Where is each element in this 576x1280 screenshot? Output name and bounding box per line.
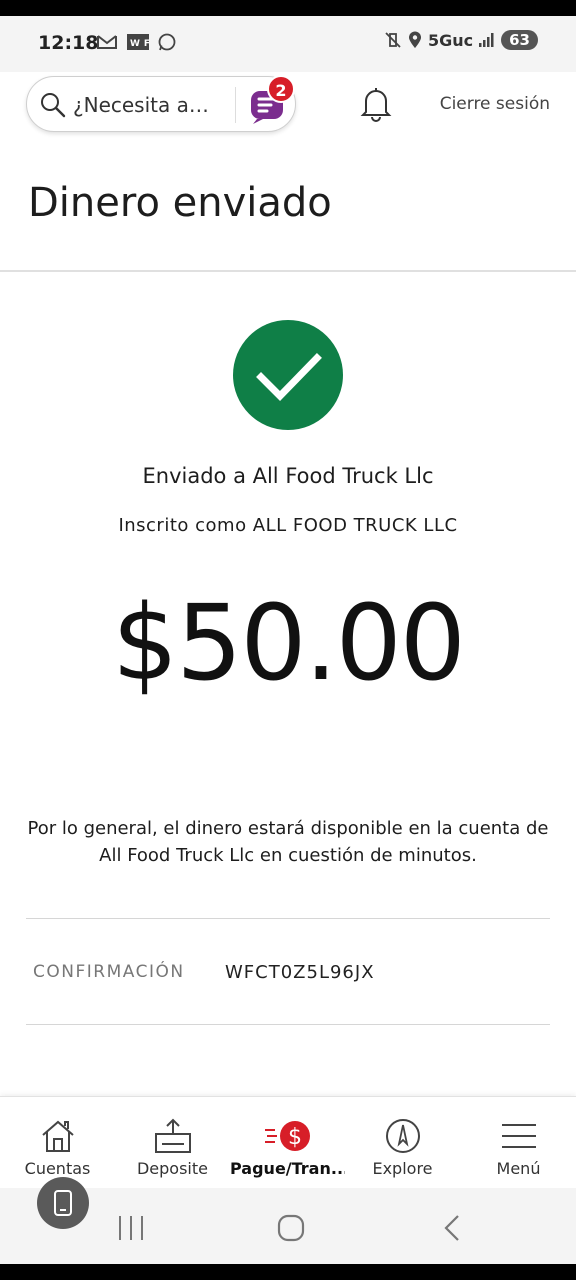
phone-icon [54, 1190, 72, 1216]
search-icon [41, 93, 66, 118]
top-edge [0, 0, 576, 16]
floating-phone-button[interactable] [37, 1177, 89, 1229]
nav-label-cuentas: Cuentas [24, 1159, 91, 1178]
nav-pague-transfiera[interactable]: $ Pague/Tran... [230, 1097, 345, 1189]
title-divider [0, 270, 576, 272]
notification-icons: WF [97, 31, 176, 52]
confirmation-number: WFCT0Z5L96JX [225, 962, 375, 983]
nav-cuentas[interactable]: Cuentas [0, 1097, 115, 1189]
mute-vibrate-icon [385, 32, 401, 48]
wf-icon: WF [126, 34, 150, 50]
back-icon[interactable] [442, 1214, 462, 1242]
bell-icon[interactable] [360, 86, 392, 122]
search-input[interactable]: ¿Necesita a… [73, 93, 223, 117]
logout-link[interactable]: Cierre sesión [440, 94, 550, 114]
page-title: Dinero enviado [28, 180, 332, 226]
svg-text:$: $ [288, 1125, 302, 1150]
success-check-icon [233, 320, 343, 430]
divider-top [26, 918, 550, 919]
amount-sent: $50.00 [112, 582, 466, 704]
battery-indicator: 63 [501, 30, 538, 50]
network-type: 5Guc [427, 30, 474, 50]
whatsapp-icon [159, 33, 176, 51]
nav-label-menu: Menú [496, 1159, 541, 1178]
compass-icon [385, 1119, 420, 1153]
sent-to-text: Enviado a All Food Truck Llc [142, 464, 434, 488]
home-button-icon[interactable] [277, 1214, 305, 1242]
confirmation-label: CONFIRMACIÓN [33, 962, 185, 982]
pay-transfer-icon: $ [264, 1121, 310, 1151]
search-divider [235, 87, 236, 123]
app-header: ¿Necesita a… 2 Cierre sesión [0, 72, 576, 142]
nav-menu[interactable]: Menú [461, 1097, 576, 1189]
svg-text:WF: WF [130, 39, 149, 49]
enrolled-as-text: Inscrito como ALL FOOD TRUCK LLC [118, 515, 458, 536]
status-time: 12:18 [38, 32, 99, 54]
search-box[interactable]: ¿Necesita a… 2 [26, 75, 296, 132]
nav-label-pague: Pague/Tran... [230, 1159, 345, 1178]
nav-label-explore: Explore [372, 1159, 433, 1178]
status-right: 5Guc 63 [384, 30, 538, 50]
nav-deposite[interactable]: Deposite [115, 1097, 230, 1189]
location-icon [408, 31, 421, 48]
recent-apps-icon[interactable] [117, 1216, 145, 1240]
home-icon [41, 1120, 74, 1152]
bottom-nav: Cuentas Deposite $ Pague/Tran... Explore… [0, 1096, 576, 1188]
status-bar: 12:18 WF 5Guc 63 [0, 16, 576, 72]
nav-explore[interactable]: Explore [345, 1097, 460, 1189]
hamburger-menu-icon [501, 1124, 536, 1148]
bottom-edge [0, 1264, 576, 1280]
signal-icon [479, 33, 494, 47]
notification-badge: 2 [267, 75, 295, 103]
availability-note: Por lo general, el dinero estará disponi… [27, 818, 549, 866]
gmail-icon [97, 35, 117, 49]
deposit-icon [154, 1118, 191, 1153]
nav-label-deposite: Deposite [136, 1159, 208, 1178]
divider-bottom [26, 1024, 550, 1025]
